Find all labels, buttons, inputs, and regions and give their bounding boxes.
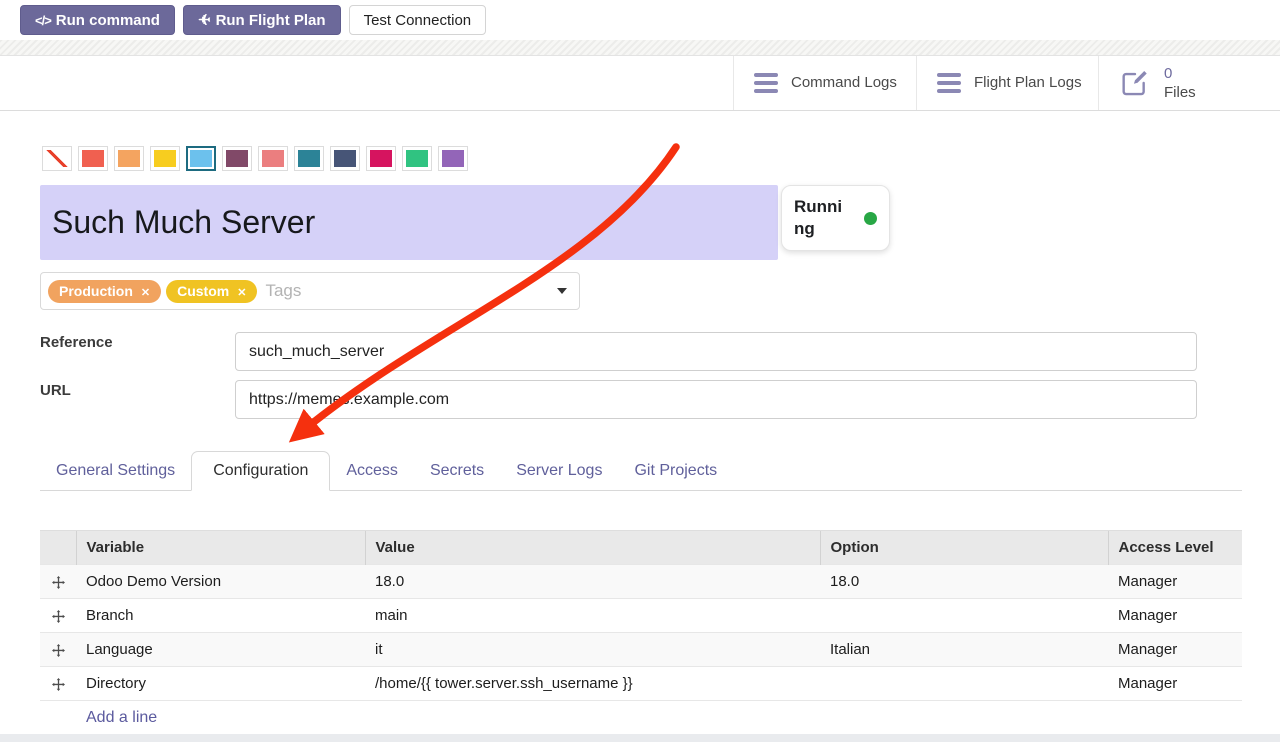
reference-label: Reference [40, 334, 113, 351]
cell-option[interactable]: Italian [820, 633, 1108, 667]
close-icon[interactable] [237, 284, 246, 299]
cell-option[interactable] [820, 667, 1108, 701]
plane-icon [198, 11, 211, 29]
tab-access[interactable]: Access [330, 452, 414, 490]
code-icon [35, 12, 51, 29]
color-swatch[interactable] [330, 146, 360, 171]
tags-field[interactable]: Production Custom Tags [40, 272, 580, 310]
tab-secrets[interactable]: Secrets [414, 452, 500, 490]
color-swatch[interactable] [402, 146, 432, 171]
column-header-value: Value [365, 531, 820, 565]
command-logs-label: Command Logs [791, 73, 897, 93]
notebook-tabs: General Settings Configuration Access Se… [40, 452, 1242, 491]
server-form-page: Run command Run Flight Plan Test Connect… [0, 0, 1280, 742]
header-band: Command Logs Flight Plan Logs 0 Files [0, 56, 1280, 111]
cell-option[interactable]: 18.0 [820, 565, 1108, 599]
url-label: URL [40, 382, 71, 399]
drag-handle[interactable] [40, 599, 76, 633]
tab-git-projects[interactable]: Git Projects [618, 452, 733, 490]
flight-plan-logs-label: Flight Plan Logs [974, 73, 1082, 93]
tab-server-logs[interactable]: Server Logs [500, 452, 618, 490]
status-dot [864, 212, 877, 225]
cell-variable[interactable]: Directory [76, 667, 365, 701]
divider-strip [0, 40, 1280, 56]
tab-configuration[interactable]: Configuration [191, 451, 330, 491]
column-header-variable: Variable [76, 531, 365, 565]
files-label: Files [1164, 83, 1196, 103]
tag-label: Custom [177, 284, 229, 298]
cell-value[interactable]: main [365, 599, 820, 633]
column-header-option: Option [820, 531, 1108, 565]
cell-access-level[interactable]: Manager [1108, 667, 1242, 701]
tab-general-settings[interactable]: General Settings [40, 452, 191, 490]
configuration-variables-table: Variable Value Option Access Level Odoo … [40, 530, 1242, 734]
cell-variable[interactable]: Branch [76, 599, 365, 633]
status-label: Running [794, 196, 848, 240]
url-input[interactable] [235, 380, 1197, 419]
cell-value[interactable]: 18.0 [365, 565, 820, 599]
flight-plan-logs-button[interactable]: Flight Plan Logs [916, 56, 1098, 110]
tags-placeholder: Tags [265, 281, 301, 301]
test-connection-button[interactable]: Test Connection [349, 5, 487, 35]
no-color-icon [46, 150, 68, 167]
drag-handle[interactable] [40, 667, 76, 701]
color-swatch-none[interactable] [42, 146, 72, 171]
color-swatch[interactable] [294, 146, 324, 171]
table-header-row: Variable Value Option Access Level [40, 531, 1242, 565]
top-toolbar: Run command Run Flight Plan Test Connect… [0, 0, 1280, 40]
color-swatch-selected[interactable] [186, 146, 216, 171]
cell-value[interactable]: it [365, 633, 820, 667]
test-connection-label: Test Connection [364, 12, 472, 29]
cell-variable[interactable]: Odoo Demo Version [76, 565, 365, 599]
color-swatch[interactable] [78, 146, 108, 171]
files-count: 0 [1164, 64, 1196, 84]
run-flight-plan-button[interactable]: Run Flight Plan [183, 5, 341, 35]
cell-access-level[interactable]: Manager [1108, 599, 1242, 633]
files-button[interactable]: 0 Files [1098, 56, 1280, 110]
color-swatch[interactable] [114, 146, 144, 171]
cell-access-level[interactable]: Manager [1108, 633, 1242, 667]
reference-input[interactable] [235, 332, 1197, 371]
color-swatch[interactable] [438, 146, 468, 171]
list-icon [754, 73, 778, 93]
tag-label: Production [59, 284, 133, 298]
run-flight-plan-label: Run Flight Plan [216, 12, 326, 29]
table-row[interactable]: Language it Italian Manager [40, 633, 1242, 667]
color-swatch[interactable] [258, 146, 288, 171]
drag-handle[interactable] [40, 633, 76, 667]
list-icon [937, 73, 961, 93]
table-row[interactable]: Directory /home/{{ tower.server.ssh_user… [40, 667, 1242, 701]
drag-handle[interactable] [40, 565, 76, 599]
bottom-strip [0, 734, 1280, 742]
cell-variable[interactable]: Language [76, 633, 365, 667]
color-swatch[interactable] [150, 146, 180, 171]
close-icon[interactable] [141, 284, 150, 299]
drag-handle-column-header [40, 531, 76, 565]
run-command-label: Run command [56, 12, 160, 29]
cell-option[interactable] [820, 599, 1108, 633]
color-picker [42, 146, 468, 171]
add-a-line-link[interactable]: Add a line [86, 709, 157, 726]
color-swatch[interactable] [366, 146, 396, 171]
color-swatch[interactable] [222, 146, 252, 171]
run-command-button[interactable]: Run command [20, 5, 175, 35]
column-header-access-level: Access Level [1108, 531, 1242, 565]
edit-icon [1119, 67, 1151, 99]
cell-access-level[interactable]: Manager [1108, 565, 1242, 599]
add-line-row: Add a line [40, 701, 1242, 735]
status-widget: Running [781, 185, 890, 251]
tag-production[interactable]: Production [48, 280, 161, 303]
table-row[interactable]: Odoo Demo Version 18.0 18.0 Manager [40, 565, 1242, 599]
chevron-down-icon[interactable] [557, 288, 567, 294]
table-row[interactable]: Branch main Manager [40, 599, 1242, 633]
server-name-input[interactable] [40, 185, 778, 260]
cell-value[interactable]: /home/{{ tower.server.ssh_username }} [365, 667, 820, 701]
tag-custom[interactable]: Custom [166, 280, 257, 303]
command-logs-button[interactable]: Command Logs [733, 56, 916, 110]
